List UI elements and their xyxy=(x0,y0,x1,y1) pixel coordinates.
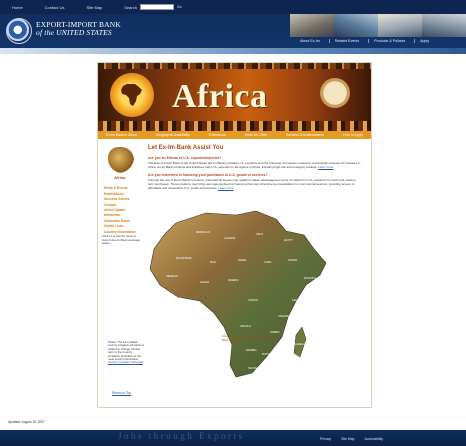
footer-privacy-link[interactable]: Privacy xyxy=(320,437,331,441)
header-photo xyxy=(334,14,378,37)
footer-tagline: Jobs through Exports xyxy=(118,431,245,441)
search-go-button[interactable]: Go xyxy=(177,5,182,9)
subnav-products-link[interactable]: Products & Policies xyxy=(368,39,410,43)
tab-how-to-apply[interactable]: How to Apply xyxy=(343,133,363,137)
svg-text:EGYPT: EGYPT xyxy=(284,238,293,242)
bank-name-line2: of the UNITED STATES xyxy=(36,28,112,37)
site-footer: Jobs through Exports Privacy Site Map Ac… xyxy=(0,430,466,446)
footer-sitemap-link[interactable]: Site Map xyxy=(341,437,354,441)
learn-more-link[interactable]: Learn more xyxy=(218,186,233,190)
footer-accessibility-link[interactable]: Accessibility xyxy=(365,437,383,441)
tab-geographic-availability[interactable]: Geographic Availability xyxy=(156,133,190,137)
svg-text:ETHIOPIA: ETHIOPIA xyxy=(304,276,316,280)
last-updated: Updated: August 15, 2007 xyxy=(8,420,45,424)
svg-text:ANGOLA: ANGOLA xyxy=(240,324,251,328)
left-sidebar: Africa News & Events Publications Succes… xyxy=(104,145,140,235)
main-content: Let Ex-Im Bank Assist You Are you an Afr… xyxy=(148,145,362,194)
map-caption: Click on a country name to view its Ex-I… xyxy=(102,234,140,246)
nav-contact-link[interactable]: Contact Us xyxy=(45,5,65,10)
svg-text:TANZANIA: TANZANIA xyxy=(278,314,291,318)
svg-text:MOROCCO: MOROCCO xyxy=(196,230,210,234)
map-notice: Notice: The Ex-Im Bank country limitatio… xyxy=(108,340,144,365)
svg-text:MADAGASCAR: MADAGASCAR xyxy=(294,342,313,346)
africa-banner: Africa xyxy=(98,63,371,131)
tab-extensions[interactable]: Extensions xyxy=(209,133,226,137)
sidebar-item-useful-links[interactable]: Useful Links xyxy=(104,224,140,229)
map-notice-text: Notice: The Ex-Im Bank country limitatio… xyxy=(108,340,144,362)
search-label: Search xyxy=(124,4,137,10)
sidebar-item-newsletter[interactable]: Africa Update Newsletter xyxy=(104,208,140,217)
drum-icon xyxy=(320,78,350,108)
svg-text:KENYA: KENYA xyxy=(292,298,301,302)
footer-links: Privacy Site Map Accessibility xyxy=(320,437,383,441)
content-page: Africa Ex-Im Bank in Africa Geographic A… xyxy=(97,62,372,408)
section-tabbar: Ex-Im Bank in Africa Geographic Availabi… xyxy=(98,131,371,139)
top-navigation: Home Contact Us Site Map Search Go xyxy=(0,0,466,14)
tab-exim-in-africa[interactable]: Ex-Im Bank in Africa xyxy=(106,133,137,137)
bank-seal-logo[interactable] xyxy=(6,18,32,44)
section-heading: Are you interested in financing your pur… xyxy=(148,173,268,177)
header-photo xyxy=(290,14,334,37)
sidebar-item-subscribe[interactable]: Subscribe Email xyxy=(104,219,140,224)
nav-sitemap-link[interactable]: Site Map xyxy=(86,5,102,10)
svg-text:BOTSWANA: BOTSWANA xyxy=(262,352,277,356)
map-caption: Click on a country name to view its Ex-I… xyxy=(222,334,275,342)
subnav-about-link[interactable]: About Ex-Im xyxy=(295,39,325,43)
section-text: Through the use of Ex-Im Bank's products… xyxy=(148,178,362,190)
sidebar-item-publications[interactable]: Publications xyxy=(104,192,140,197)
search-box: Search Go xyxy=(124,4,182,10)
svg-text:NIGERIA: NIGERIA xyxy=(228,278,239,282)
nav-home-link[interactable]: Home xyxy=(12,5,23,10)
banner-pattern-strip xyxy=(98,121,371,131)
svg-text:LIBYA: LIBYA xyxy=(256,232,263,236)
svg-text:CONGO: CONGO xyxy=(248,298,258,302)
sidebar-item-success-stories[interactable]: Success Stories xyxy=(104,197,140,202)
africa-map-icon xyxy=(108,147,134,173)
return-to-top-link[interactable]: Return to Top xyxy=(112,391,131,395)
site-header: EXPORT-IMPORT BANK of the UNITED STATES … xyxy=(0,14,466,48)
header-subnav: About Ex-Im Related Events Products & Po… xyxy=(295,39,434,43)
bank-name[interactable]: EXPORT-IMPORT BANK of the UNITED STATES xyxy=(36,21,121,37)
svg-text:ALGERIA: ALGERIA xyxy=(224,236,236,240)
page-title: Let Ex-Im Bank Assist You xyxy=(148,145,224,151)
learn-more-link[interactable]: Learn more xyxy=(318,165,333,169)
section-text: The Export-Import Bank of the United Sta… xyxy=(148,161,362,169)
sidebar-item-news[interactable]: News & Events xyxy=(104,186,140,191)
header-divider-band xyxy=(0,48,466,54)
banner-pattern-strip xyxy=(98,63,371,69)
tab-what-we-offer[interactable]: What We Offer xyxy=(245,133,267,137)
svg-text:CHAD: CHAD xyxy=(264,260,271,264)
subnav-events-link[interactable]: Related Events xyxy=(328,39,364,43)
svg-text:SUDAN: SUDAN xyxy=(288,258,297,262)
header-photo-strip xyxy=(290,14,466,37)
africa-interactive-map[interactable]: MOROCCO ALGERIA LIBYA EGYPT MAURITANIA MALI N… xyxy=(136,205,342,385)
africa-silhouette-icon xyxy=(121,84,142,106)
country-limitation-link[interactable]: Country Limitation Schedule xyxy=(108,360,143,364)
svg-text:GHANA: GHANA xyxy=(200,280,209,284)
svg-text:NIGER: NIGER xyxy=(238,258,246,262)
sidebar-item-contact[interactable]: Contact xyxy=(104,203,140,208)
svg-text:MALI: MALI xyxy=(210,260,216,264)
madagascar-shape[interactable] xyxy=(293,326,307,358)
sidebar-links: News & Events Publications Success Stori… xyxy=(104,186,140,234)
header-photo xyxy=(422,14,466,37)
svg-text:SOUTH AFRICA: SOUTH AFRICA xyxy=(248,366,267,370)
subnav-apply-link[interactable]: Apply xyxy=(414,39,434,43)
header-photo xyxy=(378,14,422,37)
banner-title: Africa xyxy=(172,78,268,115)
sidebar-label: Africa xyxy=(114,175,126,180)
svg-text:NAMIBIA: NAMIBIA xyxy=(246,348,257,352)
tab-success[interactable]: Success & Achievements xyxy=(286,133,324,137)
section-body: Through the use of Ex-Im Bank's products… xyxy=(148,178,357,190)
svg-text:MAURITANIA: MAURITANIA xyxy=(176,256,192,260)
search-input[interactable] xyxy=(139,4,174,10)
svg-text:SENEGAL: SENEGAL xyxy=(166,274,179,278)
section-heading: Are you an African or U.S. exporter/impo… xyxy=(148,156,222,160)
